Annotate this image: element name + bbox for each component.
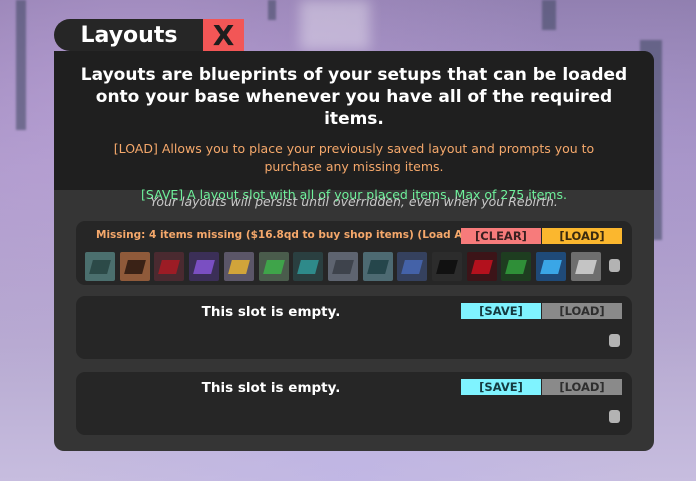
- green-block-item[interactable]: [501, 252, 532, 281]
- item-shape: [436, 260, 458, 274]
- missing-items-text[interactable]: Missing: 4 items missing ($16.8qd to buy…: [96, 229, 511, 241]
- item-shape: [297, 260, 320, 274]
- teal-statue-item[interactable]: [85, 252, 115, 281]
- layout-slot-3: This slot is empty. [SAVE] [LOAD]: [76, 372, 632, 435]
- item-shape: [574, 260, 597, 274]
- load-button[interactable]: [LOAD]: [542, 228, 622, 244]
- scrollbar-handle[interactable]: [609, 259, 620, 272]
- item-shape: [89, 260, 111, 274]
- save-button[interactable]: [SAVE]: [461, 379, 541, 395]
- scrollbar-handle[interactable]: [609, 410, 620, 423]
- item-shape: [366, 260, 389, 274]
- blue-crate-item[interactable]: [397, 252, 428, 281]
- item-shape: [401, 260, 424, 274]
- silver-conveyor-item[interactable]: [570, 252, 601, 281]
- background-tree: [542, 0, 556, 30]
- orange-table-item[interactable]: [119, 252, 150, 281]
- gray-tower-item[interactable]: [327, 252, 358, 281]
- green-dropper-item[interactable]: [258, 252, 289, 281]
- background-light: [300, 0, 370, 50]
- info-section: Layouts are blueprints of your setups th…: [54, 51, 654, 202]
- purple-crystal-item[interactable]: [189, 252, 220, 281]
- load-button[interactable]: [LOAD]: [542, 303, 622, 319]
- background-tree: [16, 0, 26, 130]
- item-shape: [158, 260, 181, 274]
- load-description: [LOAD] Allows you to place your previous…: [113, 141, 595, 174]
- item-shape: [332, 260, 354, 274]
- item-shape: [123, 260, 146, 274]
- item-shape: [262, 260, 285, 274]
- background-tree: [268, 0, 276, 20]
- black-conveyor-item[interactable]: [432, 252, 462, 281]
- empty-slot-text: This slot is empty.: [201, 304, 341, 320]
- info-main-text: Layouts are blueprints of your setups th…: [80, 65, 628, 129]
- figure-with-hat-item[interactable]: [223, 252, 254, 281]
- item-shape: [193, 260, 215, 274]
- teal-furnace-item[interactable]: [293, 252, 324, 281]
- close-button[interactable]: X: [203, 19, 244, 52]
- save-button[interactable]: [SAVE]: [461, 303, 541, 319]
- layout-slot-1: Missing: 4 items missing ($16.8qd to buy…: [76, 221, 632, 285]
- empty-slot-text: This slot is empty.: [201, 380, 341, 396]
- clear-button[interactable]: [CLEAR]: [461, 228, 541, 244]
- layouts-panel: Layouts are blueprints of your setups th…: [54, 51, 654, 451]
- layout-slot-2: This slot is empty. [SAVE] [LOAD]: [76, 296, 632, 359]
- item-shape: [227, 260, 250, 274]
- window-title: Layouts: [54, 19, 204, 51]
- item-shape: [470, 260, 493, 274]
- item-shape: [540, 260, 562, 274]
- teal-figure-item[interactable]: [362, 252, 393, 281]
- dark-red-machine-item[interactable]: [154, 252, 185, 281]
- item-shape: [505, 260, 528, 274]
- scrollbar-handle[interactable]: [609, 334, 620, 347]
- red-dark-upgrader-item[interactable]: [466, 252, 497, 281]
- load-button[interactable]: [LOAD]: [542, 379, 622, 395]
- blue-conveyor-item[interactable]: [536, 252, 567, 281]
